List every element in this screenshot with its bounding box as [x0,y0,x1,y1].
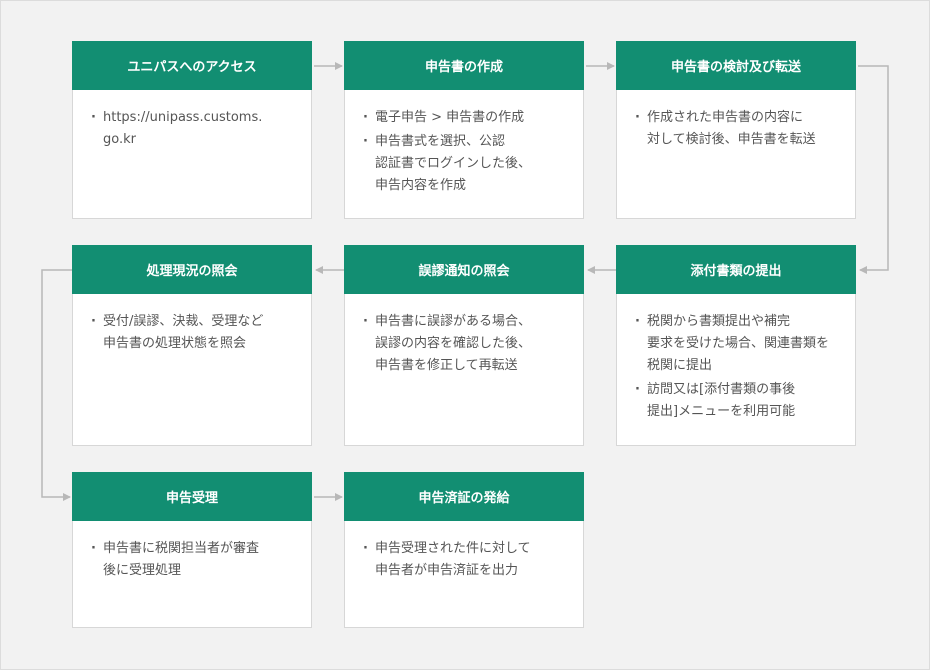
step-unipass-access: ユニパスへのアクセス https://unipass.customs. go.k… [72,41,312,219]
step-title: 処理現況の照会 [72,245,312,294]
step-item: 申告書に税関担当者が審査 後に受理処理 [91,538,293,582]
step-submit-attachments: 添付書類の提出 税関から書類提出や補完 要求を受けた場合、関連書類を 税関に提出… [616,245,856,446]
step-title: 申告受理 [72,472,312,521]
step-title: 申告済証の発給 [344,472,584,521]
step-status-inquiry: 処理現況の照会 受付/誤謬、決裁、受理など 申告書の処理状態を照会 [72,245,312,446]
step-item: 申告受理された件に対して 申告者が申告済証を出力 [363,538,565,582]
step-title: 誤謬通知の照会 [344,245,584,294]
step-item: 税関から書類提出や補完 要求を受けた場合、関連書類を 税関に提出 [635,311,837,377]
step-error-notice-inquiry: 誤謬通知の照会 申告書に誤謬がある場合、 誤謬の内容を確認した後、 申告書を修正… [344,245,584,446]
step-item: 電子申告 > 申告書の作成 [363,107,565,129]
step-title: 申告書の作成 [344,41,584,90]
step-create-declaration: 申告書の作成 電子申告 > 申告書の作成 申告書式を選択、公認 認証書でログイン… [344,41,584,219]
arrow-step3-to-step4 [858,65,889,274]
step-item: https://unipass.customs. go.kr [91,107,293,151]
step-item: 訪問又は[添付書類の事後 提出]メニューを利用可能 [635,379,837,423]
step-title: 申告書の検討及び転送 [616,41,856,90]
step-item: 受付/誤謬、決裁、受理など 申告書の処理状態を照会 [91,311,293,355]
step-title: 添付書類の提出 [616,245,856,294]
step-title: ユニパスへのアクセス [72,41,312,90]
step-item: 申告書に誤謬がある場合、 誤謬の内容を確認した後、 申告書を修正して再転送 [363,311,565,377]
step-item: 作成された申告書の内容に 対して検討後、申告書を転送 [635,107,837,151]
step-item: 申告書式を選択、公認 認証書でログインした後、 申告内容を作成 [363,131,565,197]
step-certificate-issuance: 申告済証の発給 申告受理された件に対して 申告者が申告済証を出力 [344,472,584,628]
step-review-and-send: 申告書の検討及び転送 作成された申告書の内容に 対して検討後、申告書を転送 [616,41,856,219]
arrow-step6-to-step7 [41,269,72,501]
step-declaration-acceptance: 申告受理 申告書に税関担当者が審査 後に受理処理 [72,472,312,628]
